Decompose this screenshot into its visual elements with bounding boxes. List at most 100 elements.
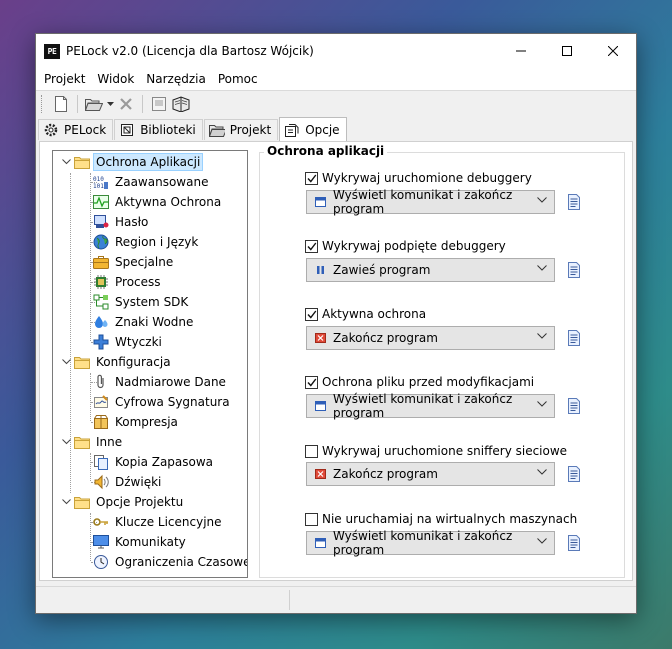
menu-projekt[interactable]: Projekt [38,72,91,86]
menu-bar: Projekt Widok Narzędzia Pomoc [36,68,636,90]
pulse-icon [93,194,109,210]
menu-pomoc[interactable]: Pomoc [212,72,264,86]
tree-item-ograniczenia-czasowe[interactable]: Ograniczenia Czasowe [93,552,247,572]
checkbox[interactable] [305,239,318,253]
tab-strip: PELock Biblioteki Projekt Opcje [36,116,636,141]
tree-item-region-i-jezyk[interactable]: Region i Język [93,232,200,252]
group-title: Ochrona aplikacji [264,144,388,158]
tree-item-cyfrowa-sygnatura[interactable]: Cyfrowa Sygnatura [93,392,232,412]
action-select-4[interactable]: Wyświetl komunikat i zakończ program [306,392,555,420]
tree-line [90,453,91,481]
checkbox[interactable] [305,512,318,526]
tree-item-process[interactable]: Process [93,272,163,292]
collapse-toggle[interactable] [61,437,71,447]
chevron-down-icon [537,401,547,407]
menu-widok[interactable]: Widok [91,72,140,86]
option-active-protection[interactable]: Aktywna ochrona [305,307,426,321]
message-settings-button-1[interactable] [567,194,583,210]
action-select-1[interactable]: Wyświetl komunikat i zakończ program [306,188,555,216]
tab-label: PELock [64,123,107,137]
action-select-6[interactable]: Wyświetl komunikat i zakończ program [306,529,555,557]
window-controls [498,34,636,68]
message-icon [312,398,328,414]
checkbox[interactable] [305,171,318,185]
action-select-3[interactable]: Zakończ program [306,326,555,350]
briefcase-icon [93,254,109,270]
collapse-toggle[interactable] [61,157,71,167]
action-select-2[interactable]: Zawieś program [306,258,555,282]
open-project-button[interactable] [83,93,105,115]
option-detect-network-sniffers[interactable]: Wykrywaj uruchomione sniffery sieciowe [305,444,567,458]
tree-group-inne[interactable]: Inne [74,432,124,452]
protect-button[interactable] [148,93,170,115]
tree-item-nadmiarowe-dane[interactable]: Nadmiarowe Dane [93,372,228,392]
close-icon [608,46,618,56]
minimize-icon [516,50,526,52]
chevron-down-icon [537,265,547,271]
status-bar [36,586,636,613]
close-button[interactable] [590,34,636,68]
menu-narzedzia[interactable]: Narzędzia [140,72,212,86]
toolbar-grip[interactable] [41,94,44,113]
chevron-down-icon [537,469,547,475]
message-settings-button-6[interactable] [567,535,583,551]
close-project-button[interactable] [115,93,137,115]
tree-item-aktywna-ochrona[interactable]: Aktywna Ochrona [93,192,223,212]
collapse-toggle[interactable] [61,497,71,507]
option-detect-attached-debuggers[interactable]: Wykrywaj podpięte debuggery [305,239,506,253]
document-icon [568,466,580,482]
message-settings-button-3[interactable] [567,330,583,346]
tree-line [90,173,91,341]
options-tree[interactable]: Ochrona Aplikacji 010 101 Zaawansowane Ak… [52,150,248,578]
tree-item-dzwieki[interactable]: Dźwięki [93,472,163,492]
checkmark-icon [306,378,316,387]
help-button[interactable] [170,93,192,115]
chevron-down-icon [537,333,547,339]
checkbox[interactable] [305,444,318,458]
tree-group-ochrona-aplikacji[interactable]: Ochrona Aplikacji [74,152,204,172]
tab-pelock[interactable]: PELock [38,119,114,140]
tree-item-specjalne[interactable]: Specjalne [93,252,175,272]
clock-icon [93,554,109,570]
folder-icon [74,354,90,370]
new-file-icon [55,95,67,112]
option-detect-running-debuggers[interactable]: Wykrywaj uruchomione debuggery [305,171,532,185]
message-settings-button-2[interactable] [567,262,583,278]
tab-projekt[interactable]: Projekt [203,119,279,140]
tree-group-opcje-projektu[interactable]: Opcje Projektu [74,492,185,512]
tab-biblioteki[interactable]: Biblioteki [114,119,203,140]
chevron-down-icon [61,359,71,365]
tree-item-system-sdk[interactable]: System SDK [93,292,190,312]
tree-item-wtyczki[interactable]: Wtyczki [93,332,164,352]
tree-item-znaki-wodne[interactable]: Znaki Wodne [93,312,195,332]
tab-opcje[interactable]: Opcje [279,117,347,141]
paperclip-icon [93,374,109,390]
checkbox[interactable] [305,307,318,321]
tree-item-kompresja[interactable]: Kompresja [93,412,180,432]
tree-item-zaawansowane[interactable]: 010 101 Zaawansowane [93,172,210,192]
option-file-modification-protection[interactable]: Ochrona pliku przed modyfikacjami [305,375,534,389]
folder-icon [74,434,90,450]
new-project-button[interactable] [50,93,72,115]
collapse-toggle[interactable] [61,357,71,367]
message-settings-button-4[interactable] [567,398,583,414]
tree-item-kopia-zapasowa[interactable]: Kopia Zapasowa [93,452,215,472]
chevron-down-icon [537,197,547,203]
tree-group-konfiguracja[interactable]: Konfiguracja [74,352,173,372]
tree-item-haslo[interactable]: Hasło [93,212,150,232]
open-recent-dropdown[interactable] [105,101,115,106]
tree-item-komunikaty[interactable]: Komunikaty [93,532,188,552]
svg-text:101: 101 [93,183,104,190]
message-icon [312,535,328,551]
plus-icon [93,334,109,350]
copy-icon [93,454,109,470]
checkbox[interactable] [305,375,318,389]
dropdown-arrow-icon [106,101,114,106]
tree-item-klucze-licencyjne[interactable]: Klucze Licencyjne [93,512,224,532]
message-settings-button-5[interactable] [567,466,583,482]
option-no-virtual-machines[interactable]: Nie uruchamiaj na wirtualnych maszynach [305,512,577,526]
action-select-5[interactable]: Zakończ program [306,462,555,486]
maximize-button[interactable] [544,34,590,68]
password-icon [93,214,109,230]
minimize-button[interactable] [498,34,544,68]
